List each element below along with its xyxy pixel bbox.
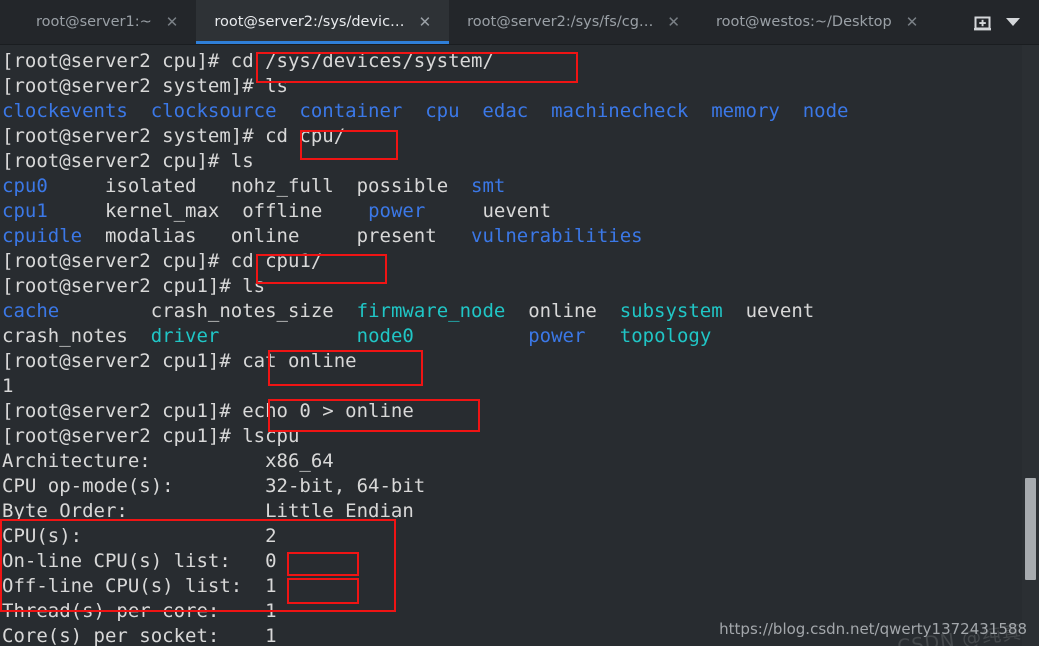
tab-root-westos-desktop[interactable]: root@westos:~/Desktop ✕ — [698, 0, 936, 44]
terminal-text: [root@server2 cpu]# ls — [2, 150, 254, 172]
terminal-text: vulnerabilities — [471, 225, 643, 247]
terminal-text: cache — [2, 300, 60, 322]
tab-label: root@westos:~/Desktop — [715, 14, 892, 30]
terminal-line: cpu0 isolated nohz_full possible smt — [2, 174, 1039, 199]
terminal-text: [root@server2 system]# ls — [2, 75, 288, 97]
terminal-text: cd cpu/ — [265, 125, 346, 147]
terminal-text: cpu1 — [2, 200, 48, 222]
terminal-text: power — [368, 200, 426, 222]
terminal-line: [root@server2 cpu1]# ls — [2, 274, 1039, 299]
terminal-text: firmware_node — [356, 300, 506, 322]
terminal-text: driver — [150, 325, 220, 347]
terminal-line: Off-line CPU(s) list: 1 — [2, 574, 1039, 599]
terminal-text: echo 0 > online — [242, 400, 414, 422]
terminal-text: CPU op-mode(s): 32-bit, 64-bit — [2, 475, 426, 497]
terminal-line: clockevents clocksource container cpu ed… — [2, 99, 1039, 124]
chevron-down-glyph — [1006, 18, 1020, 26]
terminal-line: [root@server2 cpu]# cd /sys/devices/syst… — [2, 49, 1039, 74]
terminal-line: Architecture: x86_64 — [2, 449, 1039, 474]
terminal-text: [root@server2 cpu1]# — [2, 400, 243, 422]
tab-root-server2-devices[interactable]: root@server2:/sys/devic… ✕ — [196, 0, 450, 44]
scrollbar-thumb[interactable] — [1025, 478, 1036, 580]
terminal-text: [root@server2 cpu1]# — [2, 350, 243, 372]
tab-bar: root@server1:~ ✕ root@server2:/sys/devic… — [0, 0, 1039, 45]
terminal-line: [root@server2 system]# ls — [2, 74, 1039, 99]
terminal-line: [root@server2 cpu1]# echo 0 > online — [2, 399, 1039, 424]
terminal-text: Byte Order: Little Endian — [2, 500, 414, 522]
terminal-line: CPU op-mode(s): 32-bit, 64-bit — [2, 474, 1039, 499]
terminal-text: topology — [619, 325, 712, 347]
terminal-text: modalias online present — [82, 225, 472, 247]
terminal-text: subsystem — [619, 300, 723, 322]
terminal-text: Architecture: x86_64 — [2, 450, 334, 472]
terminal-text: cat online — [242, 350, 357, 372]
terminal-text: 1 — [2, 375, 14, 397]
terminal-line: [root@server2 cpu1]# lscpu — [2, 424, 1039, 449]
tab-root-server1[interactable]: root@server1:~ ✕ — [18, 0, 196, 44]
terminal-text: smt — [471, 175, 506, 197]
terminal-text: cd /sys/devices/system/ — [230, 50, 494, 72]
terminal-text: isolated nohz_full possible — [47, 175, 472, 197]
terminal-line: [root@server2 system]# cd cpu/ — [2, 124, 1039, 149]
terminal-text: [root@server2 cpu1]# lscpu — [2, 425, 300, 447]
terminal-text: [root@server2 system]# — [2, 125, 266, 147]
tab-label: root@server2:/sys/devic… — [214, 14, 405, 30]
terminal-text: Core(s) per socket: 1 — [2, 625, 277, 646]
terminal-text: clockevents clocksource container cpu ed… — [2, 100, 849, 122]
tab-label: root@server1:~ — [36, 14, 152, 30]
new-tab-icon[interactable] — [965, 0, 999, 44]
close-icon[interactable]: ✕ — [667, 14, 680, 30]
terminal-text: uevent — [425, 200, 552, 222]
terminal-line: [root@server2 cpu1]# cat online — [2, 349, 1039, 374]
terminal-output[interactable]: [root@server2 cpu]# cd /sys/devices/syst… — [0, 45, 1039, 646]
scrollbar[interactable] — [1022, 45, 1039, 646]
terminal-line: cpuidle modalias online present vulnerab… — [2, 224, 1039, 249]
terminal-text: crash_notes — [2, 325, 151, 347]
terminal-text: node0 — [356, 325, 414, 347]
tab-root-server2-cgroup[interactable]: root@server2:/sys/fs/cg… ✕ — [449, 0, 698, 44]
terminal-text: [root@server2 cpu]# — [2, 50, 231, 72]
terminal-line: [root@server2 cpu]# cd cpu1/ — [2, 249, 1039, 274]
terminal-line: crash_notes driver node0 power topology — [2, 324, 1039, 349]
terminal-line: On-line CPU(s) list: 0 — [2, 549, 1039, 574]
terminal-text: kernel_max offline — [47, 200, 369, 222]
terminal-text: Thread(s) per core: 1 — [2, 600, 277, 622]
tab-bar-spacer — [936, 0, 965, 44]
terminal-text: cpuidle — [2, 225, 83, 247]
terminal-line: CPU(s): 2 — [2, 524, 1039, 549]
tab-label: root@server2:/sys/fs/cg… — [467, 14, 654, 30]
terminal-line: [root@server2 cpu]# ls — [2, 149, 1039, 174]
terminal-line: 1 — [2, 374, 1039, 399]
watermark-url: https://blog.csdn.net/qwerty1372431588 — [719, 620, 1027, 638]
terminal-text: Off-line CPU(s) list: 1 — [2, 575, 277, 597]
terminal-text: [root@server2 cpu1]# ls — [2, 275, 266, 297]
terminal-text: power — [528, 325, 586, 347]
terminal-text: [root@server2 cpu]# — [2, 250, 231, 272]
terminal-window: root@server1:~ ✕ root@server2:/sys/devic… — [0, 0, 1039, 646]
chevron-down-icon[interactable] — [999, 0, 1039, 44]
terminal-text: cd cpu1/ — [230, 250, 323, 272]
terminal-text: online — [505, 300, 620, 322]
new-tab-glyph — [973, 16, 991, 30]
terminal-text: cpu0 — [2, 175, 48, 197]
terminal-text: On-line CPU(s) list: 0 — [2, 550, 277, 572]
terminal-line: cache crash_notes_size firmware_node onl… — [2, 299, 1039, 324]
close-icon[interactable]: ✕ — [906, 14, 919, 30]
terminal-text: uevent — [722, 300, 815, 322]
terminal-line: Byte Order: Little Endian — [2, 499, 1039, 524]
terminal-line: cpu1 kernel_max offline power uevent — [2, 199, 1039, 224]
terminal-text: crash_notes_size — [59, 300, 357, 322]
close-icon[interactable]: ✕ — [419, 14, 432, 30]
terminal-text: CPU(s): 2 — [2, 525, 277, 547]
close-icon[interactable]: ✕ — [166, 14, 179, 30]
